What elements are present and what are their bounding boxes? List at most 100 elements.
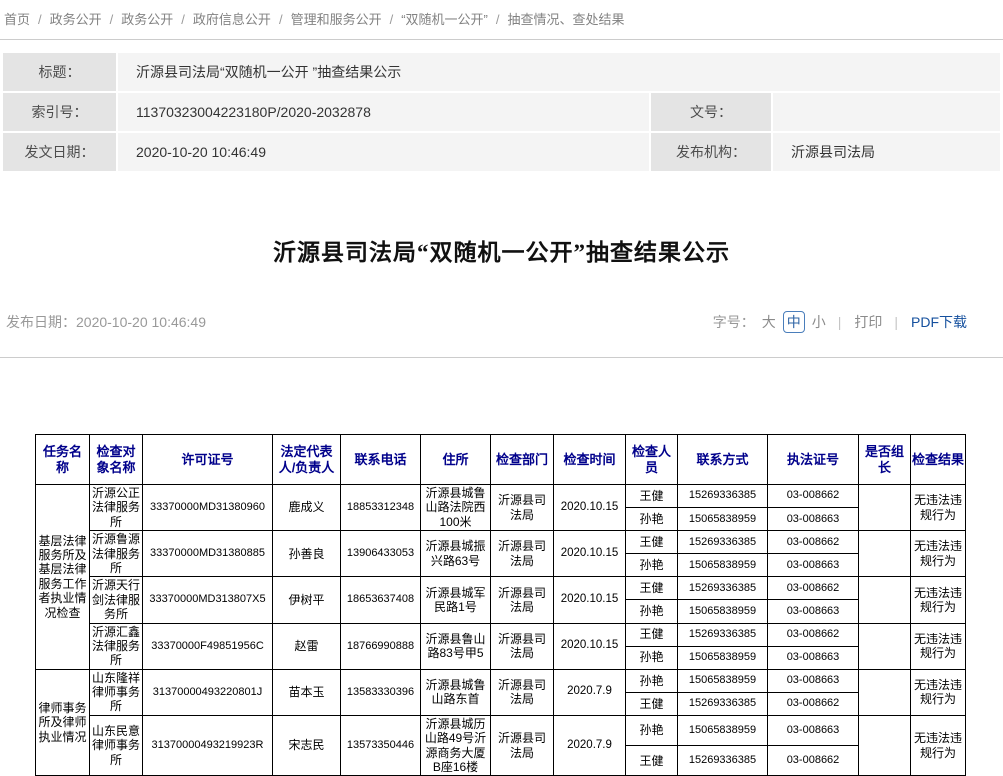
inspect-result-cell: 无违法违规行为	[911, 577, 966, 623]
inspector-contact-cell: 15065838959	[678, 669, 768, 692]
inspect-result-cell: 无违法违规行为	[911, 531, 966, 577]
cert-no-cell: 03-008662	[768, 692, 859, 715]
target-name-cell: 山东民意律师事务所	[90, 715, 143, 776]
meta-date-value: 2020-10-20 10:46:49	[118, 133, 649, 171]
controls-divider: |	[838, 314, 842, 330]
meta-docnum-label: 文号：	[651, 93, 771, 131]
header-row: 任务名称检查对象名称许可证号法定代表人/负责人联系电话住所检查部门检查时间检查人…	[36, 435, 966, 485]
cert-no-cell: 03-008662	[768, 746, 859, 776]
is-leader-cell	[859, 623, 911, 669]
cert-no-cell: 03-008663	[768, 600, 859, 623]
inspector-name-cell: 孙艳	[626, 508, 678, 531]
legal-rep-cell: 孙善良	[273, 531, 341, 577]
font-small-button[interactable]: 小	[812, 312, 826, 332]
breadcrumb-separator: /	[279, 12, 283, 27]
column-header: 检查时间	[554, 435, 626, 485]
task-name-cell: 基层法律服务所及基层法律服务工作者执业情况检查	[36, 485, 90, 670]
cert-no-cell: 03-008663	[768, 554, 859, 577]
phone-cell: 13583330396	[341, 669, 421, 715]
breadcrumb-item[interactable]: 政府信息公开	[193, 12, 271, 27]
print-button[interactable]: 打印	[854, 312, 882, 332]
inspector-name-cell: 王健	[626, 577, 678, 600]
is-leader-cell	[859, 715, 911, 776]
is-leader-cell	[859, 669, 911, 715]
is-leader-cell	[859, 485, 911, 531]
inspect-time-cell: 2020.10.15	[554, 623, 626, 669]
inspect-dept-cell: 沂源县司法局	[491, 623, 554, 669]
page-title: 沂源县司法局“双随机一公开”抽查结果公示	[0, 233, 1003, 267]
table-row: 山东民意律师事务所31370000493219923R宋志民1357335044…	[36, 715, 966, 745]
table-row: 律师事务所及律师执业情况山东隆祥律师事务所31370000493220801J苗…	[36, 669, 966, 692]
phone-cell: 18653637408	[341, 577, 421, 623]
inspector-name-cell: 王健	[626, 623, 678, 646]
font-large-button[interactable]: 大	[762, 312, 776, 332]
legal-rep-cell: 鹿成义	[273, 485, 341, 531]
table-row: 沂源汇鑫法律服务所33370000F49851956C赵雷18766990888…	[36, 623, 966, 646]
cert-no-cell: 03-008662	[768, 623, 859, 646]
legal-rep-cell: 宋志民	[273, 715, 341, 776]
inspector-name-cell: 王健	[626, 746, 678, 776]
breadcrumb-item[interactable]: 政务公开	[121, 12, 173, 27]
column-header: 法定代表人/负责人	[273, 435, 341, 485]
column-header: 联系电话	[341, 435, 421, 485]
target-name-cell: 沂源汇鑫法律服务所	[90, 623, 143, 669]
phone-cell: 18766990888	[341, 623, 421, 669]
article-info-bar: 发布日期：2020-10-20 10:46:49 字号： 大 中 小 | 打印 …	[6, 311, 967, 333]
inspector-contact-cell: 15065838959	[678, 600, 768, 623]
inspector-contact-cell: 15065838959	[678, 715, 768, 745]
inspector-contact-cell: 15269336385	[678, 692, 768, 715]
inspector-name-cell: 王健	[626, 692, 678, 715]
inspector-name-cell: 王健	[626, 531, 678, 554]
inspect-dept-cell: 沂源县司法局	[491, 669, 554, 715]
inspect-dept-cell: 沂源县司法局	[491, 715, 554, 776]
address-cell: 沂源县鲁山路83号甲5	[421, 623, 491, 669]
breadcrumb-separator: /	[110, 12, 114, 27]
font-size-label: 字号：	[713, 312, 755, 332]
pdf-download-link[interactable]: PDF下载	[911, 312, 967, 332]
breadcrumb-item[interactable]: 首页	[4, 12, 30, 27]
inspector-contact-cell: 15065838959	[678, 508, 768, 531]
breadcrumb-item[interactable]: “双随机一公开”	[401, 12, 488, 27]
breadcrumb: 首页/政务公开/政务公开/政府信息公开/管理和服务公开/“双随机一公开”/抽查情…	[0, 0, 1003, 40]
article-controls: 字号： 大 中 小 | 打印 | PDF下载	[706, 311, 967, 333]
table-row: 基层法律服务所及基层法律服务工作者执业情况检查沂源公正法律服务所33370000…	[36, 485, 966, 508]
phone-cell: 13573350446	[341, 715, 421, 776]
breadcrumb-item[interactable]: 管理和服务公开	[291, 12, 382, 27]
target-name-cell: 沂源鲁源法律服务所	[90, 531, 143, 577]
inspector-name-cell: 孙艳	[626, 669, 678, 692]
address-cell: 沂源县城鲁山路法院西100米	[421, 485, 491, 531]
meta-title-value: 沂源县司法局“双随机一公开 ”抽查结果公示	[118, 53, 1000, 91]
column-header: 许可证号	[143, 435, 273, 485]
meta-row-title: 标题： 沂源县司法局“双随机一公开 ”抽查结果公示	[3, 53, 1000, 91]
inspect-result-cell: 无违法违规行为	[911, 623, 966, 669]
breadcrumb-separator: /	[181, 12, 185, 27]
font-medium-button[interactable]: 中	[783, 311, 805, 333]
task-name-cell: 律师事务所及律师执业情况	[36, 669, 90, 776]
inspector-contact-cell: 15065838959	[678, 646, 768, 669]
meta-index-label: 索引号：	[3, 93, 116, 131]
license-no-cell: 33370000MD31380960	[143, 485, 273, 531]
target-name-cell: 山东隆祥律师事务所	[90, 669, 143, 715]
phone-cell: 18853312348	[341, 485, 421, 531]
inspect-dept-cell: 沂源县司法局	[491, 485, 554, 531]
table-row: 沂源天行剑法律服务所33370000MD313807X5伊树平186536374…	[36, 577, 966, 600]
meta-agency-label: 发布机构：	[651, 133, 771, 171]
cert-no-cell: 03-008663	[768, 669, 859, 692]
address-cell: 沂源县城鲁山路东首	[421, 669, 491, 715]
meta-docnum-value	[773, 93, 1000, 131]
column-header: 检查人员	[626, 435, 678, 485]
cert-no-cell: 03-008663	[768, 508, 859, 531]
inspector-name-cell: 孙艳	[626, 554, 678, 577]
target-name-cell: 沂源公正法律服务所	[90, 485, 143, 531]
breadcrumb-item[interactable]: 政务公开	[50, 12, 102, 27]
meta-agency-value: 沂源县司法局	[773, 133, 1000, 171]
address-cell: 沂源县城军民路1号	[421, 577, 491, 623]
inspector-name-cell: 孙艳	[626, 715, 678, 745]
target-name-cell: 沂源天行剑法律服务所	[90, 577, 143, 623]
cert-no-cell: 03-008663	[768, 715, 859, 745]
phone-cell: 13906433053	[341, 531, 421, 577]
cert-no-cell: 03-008662	[768, 577, 859, 600]
column-header: 检查部门	[491, 435, 554, 485]
inspector-contact-cell: 15269336385	[678, 623, 768, 646]
meta-title-label: 标题：	[3, 53, 116, 91]
